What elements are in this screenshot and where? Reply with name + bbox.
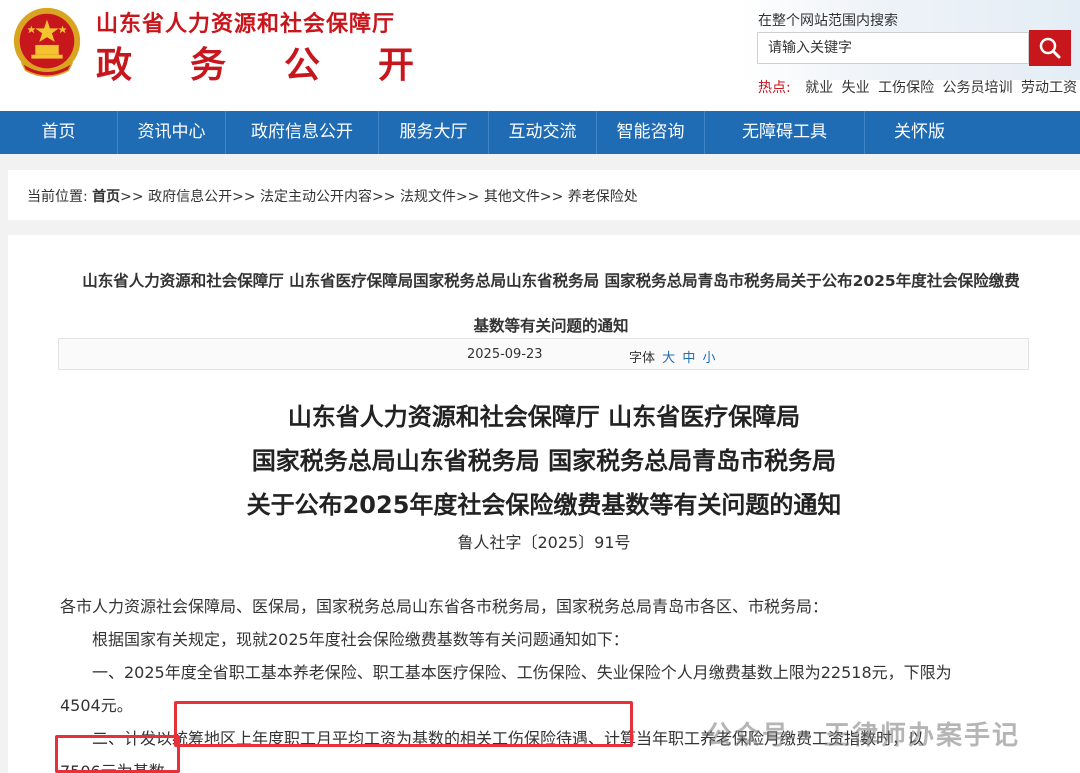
font-size-large[interactable]: 大 [662, 351, 675, 366]
search-button[interactable] [1029, 30, 1071, 66]
document-number: 鲁人社字〔2025〕91号 [457, 533, 631, 552]
nav-item-care-version[interactable]: 关怀版 [864, 111, 974, 154]
breadcrumb-separator: >> [539, 189, 564, 205]
hot-topics: 热点: 就业 失业 工伤保险 公务员培训 劳动工资 [758, 77, 1080, 97]
nav-item-home[interactable]: 首页 [0, 111, 117, 154]
nav-item-interaction[interactable]: 互动交流 [488, 111, 596, 154]
breadcrumb-item[interactable]: 法规文件 [400, 189, 456, 205]
breadcrumb-separator: >> [455, 189, 480, 205]
breadcrumb: 当前位置: 首页>> 政府信息公开>> 法定主动公开内容>> 法规文件>> 其他… [27, 186, 638, 206]
paragraph: 根据国家有关规定，现就2025年度社会保险缴费基数等有关问题通知如下： [92, 630, 629, 649]
breadcrumb-separator: >> [232, 189, 256, 205]
publish-date: 2025-09-23 [467, 347, 543, 362]
hot-item[interactable]: 失业 [842, 80, 870, 96]
nav-item-accessibility[interactable]: 无障碍工具 [704, 111, 864, 154]
font-size-small[interactable]: 小 [702, 351, 715, 366]
search-input[interactable] [757, 32, 1029, 64]
article-meta: 2025-09-23 字体 大 中 小 [58, 338, 1029, 370]
main-nav: 首页 资讯中心 政府信息公开 服务大厅 互动交流 智能咨询 无障碍工具 关怀版 [0, 111, 1080, 154]
highlight-box [55, 735, 180, 773]
font-size-control: 字体 大 中 小 [629, 347, 715, 366]
site-name[interactable]: 山东省人力资源和社会保障厅 [96, 6, 395, 38]
document-title-line: 山东省人力资源和社会保障厅 山东省医疗保障局 [287, 403, 801, 431]
article: 山东省人力资源和社会保障厅 山东省医疗保障局国家税务总局山东省税务局 国家税务总… [8, 235, 1080, 773]
breadcrumb-item[interactable]: 法定主动公开内容 [260, 189, 372, 205]
site-header: 山东省人力资源和社会保障厅 政务公开 在整个网站范围内搜索 热点: 就业 失业 … [0, 0, 1080, 111]
document-title-line: 关于公布2025年度社会保险缴费基数等有关问题的通知 [246, 491, 842, 519]
watermark: 公众号 · 王律师办案手记 [706, 721, 1020, 751]
hot-item[interactable]: 公务员培训 [943, 80, 1013, 96]
nav-item-news[interactable]: 资讯中心 [117, 111, 225, 154]
font-size-label: 字体 [629, 351, 656, 366]
document-title: 山东省人力资源和社会保障厅 山东省医疗保障局 国家税务总局山东省税务局 国家税务… [8, 395, 1080, 527]
breadcrumb-separator: >> [372, 189, 396, 205]
breadcrumb-item[interactable]: 其他文件 [484, 189, 540, 205]
hot-label: 热点: [758, 80, 791, 96]
breadcrumb-item[interactable]: 政府信息公开 [148, 189, 232, 205]
font-size-medium[interactable]: 中 [682, 351, 695, 366]
article-title-line: 山东省人力资源和社会保障厅 山东省医疗保障局国家税务总局山东省税务局 国家税务总… [82, 272, 1020, 290]
article-title: 山东省人力资源和社会保障厅 山东省医疗保障局国家税务总局山东省税务局 国家税务总… [20, 259, 1080, 349]
breadcrumb-prefix: 当前位置: [27, 189, 88, 205]
breadcrumb-separator: >> [120, 189, 144, 205]
breadcrumb-item[interactable]: 养老保险处 [568, 189, 638, 205]
document-title-line: 国家税务总局山东省税务局 国家税务总局青岛市税务局 [251, 447, 837, 475]
addressee: 各市人力资源社会保障局、医保局，国家税务总局山东省各市税务局，国家税务总局青岛市… [60, 597, 829, 616]
hot-item[interactable]: 工伤保险 [878, 80, 934, 96]
nav-item-service-hall[interactable]: 服务大厅 [378, 111, 488, 154]
hot-item[interactable]: 劳动工资 [1021, 80, 1077, 96]
breadcrumb-bar: 当前位置: 首页>> 政府信息公开>> 法定主动公开内容>> 法规文件>> 其他… [8, 170, 1080, 220]
nav-item-gov-info[interactable]: 政府信息公开 [225, 111, 378, 154]
nav-item-smart-consult[interactable]: 智能咨询 [596, 111, 704, 154]
highlight-box [174, 701, 633, 747]
site-subtitle: 政务公开 [96, 45, 473, 86]
paragraph: 一、2025年度全省职工基本养老保险、职工基本医疗保险、工伤保险、失业保险个人月… [92, 663, 952, 682]
national-emblem-icon [13, 7, 81, 77]
search-icon [1039, 37, 1061, 59]
search-title: 在整个网站范围内搜索 [758, 13, 898, 29]
breadcrumb-item[interactable]: 首页 [92, 189, 120, 205]
paragraph: 7506元为基数。 [60, 762, 181, 773]
hot-item[interactable]: 就业 [805, 80, 833, 96]
